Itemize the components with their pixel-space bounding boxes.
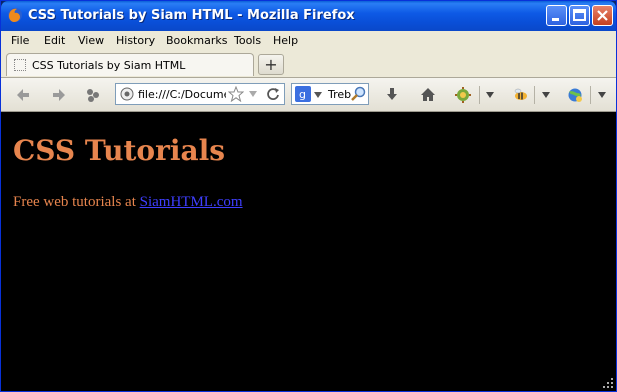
globe-icon — [120, 87, 134, 101]
sync-icon[interactable] — [83, 85, 103, 105]
firefox-icon — [8, 8, 22, 22]
magnifier-icon[interactable] — [351, 86, 367, 102]
toolbar-separator — [534, 86, 535, 104]
menu-bookmarks[interactable]: Bookmarks — [166, 34, 227, 47]
tab-strip: CSS Tutorials by Siam HTML + — [1, 51, 616, 78]
url-text: file:///C:/Documents and Settings/ — [138, 88, 226, 101]
menu-history[interactable]: History — [116, 34, 155, 47]
maximize-button[interactable] — [569, 5, 590, 26]
menu-dropdown-icon[interactable] — [598, 92, 606, 98]
minimize-icon — [552, 18, 559, 21]
resize-grip-icon[interactable] — [603, 378, 613, 388]
menu-edit[interactable]: Edit — [44, 34, 65, 47]
siamhtml-link[interactable]: SiamHTML.com — [140, 194, 243, 210]
menu-dropdown-icon[interactable] — [486, 92, 494, 98]
forward-icon[interactable] — [49, 85, 69, 105]
addon-globe-icon[interactable] — [565, 85, 585, 105]
menu-bar: File Edit View History Bookmarks Tools H… — [1, 31, 616, 51]
search-bar[interactable]: g Treb — [291, 83, 369, 105]
menu-tools[interactable]: Tools — [234, 34, 261, 47]
svg-text:g: g — [299, 88, 306, 101]
back-icon[interactable] — [13, 85, 33, 105]
maximize-icon — [573, 9, 586, 21]
star-icon[interactable] — [228, 86, 244, 102]
toolbar-separator — [590, 86, 591, 104]
window-title: CSS Tutorials by Siam HTML - Mozilla Fir… — [28, 8, 355, 23]
home-icon[interactable] — [418, 85, 438, 105]
page-heading: CSS Tutorials — [13, 134, 226, 167]
menu-view[interactable]: View — [78, 34, 104, 47]
tab-label: CSS Tutorials by Siam HTML — [32, 59, 186, 72]
tab-active[interactable]: CSS Tutorials by Siam HTML — [6, 53, 254, 76]
page-icon — [14, 59, 26, 71]
page-content: CSS Tutorials Free web tutorials at Siam… — [1, 112, 616, 391]
new-tab-button[interactable]: + — [258, 54, 284, 75]
addon-icon[interactable] — [453, 85, 473, 105]
reload-icon[interactable] — [265, 86, 281, 102]
menu-help[interactable]: Help — [273, 34, 298, 47]
toolbar-separator — [479, 86, 480, 104]
google-icon[interactable]: g — [295, 86, 311, 102]
minimize-button[interactable] — [546, 5, 567, 26]
navigation-bar: file:///C:/Documents and Settings/ g Tre… — [1, 78, 616, 112]
download-icon[interactable] — [382, 85, 402, 105]
page-paragraph: Free web tutorials at SiamHTML.com — [13, 194, 243, 211]
browser-window: CSS Tutorials by Siam HTML - Mozilla Fir… — [0, 0, 617, 392]
search-engine-dropdown-icon[interactable] — [314, 92, 322, 98]
menu-file[interactable]: File — [11, 34, 29, 47]
title-bar[interactable]: CSS Tutorials by Siam HTML - Mozilla Fir… — [1, 1, 616, 31]
url-bar[interactable]: file:///C:/Documents and Settings/ — [115, 83, 285, 105]
close-button[interactable] — [592, 5, 613, 26]
menu-dropdown-icon[interactable] — [542, 92, 550, 98]
dropdown-icon[interactable] — [248, 90, 258, 98]
close-icon — [597, 10, 608, 21]
bee-icon[interactable] — [510, 85, 530, 105]
paragraph-text: Free web tutorials at — [13, 194, 140, 210]
search-input[interactable]: Treb — [328, 88, 351, 101]
